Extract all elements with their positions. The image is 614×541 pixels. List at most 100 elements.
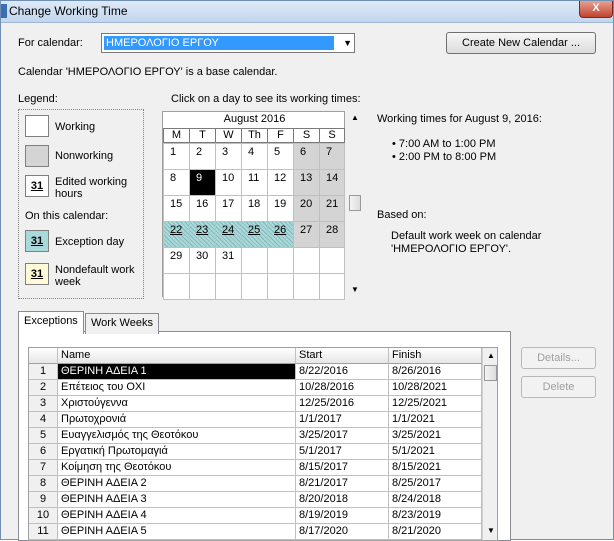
calendar-day[interactable]: 14	[319, 169, 345, 196]
exception-name-cell[interactable]: ΘΕΡΙΝΗ ΑΔΕΙΑ 1	[58, 364, 296, 380]
calendar-day[interactable]: 10	[215, 169, 242, 196]
exception-finish-cell[interactable]: 8/26/2016	[389, 364, 482, 380]
exception-name-cell[interactable]: Πρωτοχρονιά	[58, 412, 296, 428]
calendar-day[interactable]: 18	[241, 195, 268, 222]
calendar-day[interactable]: 29	[163, 247, 190, 274]
finish-column-header[interactable]: Finish	[389, 348, 482, 364]
exception-finish-cell[interactable]: 8/21/2020	[389, 524, 482, 540]
weekday-header[interactable]: S	[293, 128, 320, 143]
exception-finish-cell[interactable]: 10/28/2021	[389, 380, 482, 396]
exception-finish-cell[interactable]: 1/1/2021	[389, 412, 482, 428]
calendar-day[interactable]: 20	[293, 195, 320, 222]
calendar-day[interactable]: 26	[267, 221, 294, 248]
exception-start-cell[interactable]: 8/15/2017	[296, 460, 389, 476]
table-scrollbar[interactable]: ▲ ▼	[482, 348, 497, 540]
exception-finish-cell[interactable]: 12/25/2021	[389, 396, 482, 412]
weekday-header[interactable]: M	[163, 128, 190, 143]
exception-name-cell[interactable]: Χριστούγεννα	[58, 396, 296, 412]
calendar-day[interactable]: 11	[241, 169, 268, 196]
calendar-day[interactable]: 3	[215, 143, 242, 170]
row-number[interactable]: 11	[29, 524, 58, 540]
row-number[interactable]: 3	[29, 396, 58, 412]
weekday-header[interactable]: S	[319, 128, 345, 143]
calendar-day-empty[interactable]	[293, 273, 320, 300]
weekday-header[interactable]: W	[215, 128, 242, 143]
exception-finish-cell[interactable]: 3/25/2021	[389, 428, 482, 444]
calendar-day-empty[interactable]	[215, 273, 242, 300]
calendar-day[interactable]: 30	[189, 247, 216, 274]
calendar-scrollbar[interactable]: ▲ ▼	[347, 111, 363, 297]
calendar-day[interactable]: 22	[163, 221, 190, 248]
row-number[interactable]: 2	[29, 380, 58, 396]
calendar-day[interactable]: 21	[319, 195, 345, 222]
exception-name-cell[interactable]: Επέτειος του ΟΧΙ	[58, 380, 296, 396]
close-button[interactable]: X	[579, 1, 613, 18]
scroll-up-icon[interactable]: ▲	[351, 113, 359, 122]
calendar-day-empty[interactable]	[267, 247, 294, 274]
exception-name-cell[interactable]: Κοίμηση της Θεοτόκου	[58, 460, 296, 476]
calendar-day[interactable]: 1	[163, 143, 190, 170]
create-new-calendar-button[interactable]: Create New Calendar ...	[446, 32, 596, 54]
details-button[interactable]: Details...	[521, 347, 596, 369]
exception-name-cell[interactable]: ΘΕΡΙΝΗ ΑΔΕΙΑ 5	[58, 524, 296, 540]
calendar-day[interactable]: 5	[267, 143, 294, 170]
exception-start-cell[interactable]: 10/28/2016	[296, 380, 389, 396]
exception-finish-cell[interactable]: 8/23/2019	[389, 508, 482, 524]
scroll-thumb[interactable]	[484, 365, 497, 381]
delete-button[interactable]: Delete	[521, 376, 596, 398]
exception-name-cell[interactable]: ΘΕΡΙΝΗ ΑΔΕΙΑ 3	[58, 492, 296, 508]
exception-name-cell[interactable]: ΘΕΡΙΝΗ ΑΔΕΙΑ 2	[58, 476, 296, 492]
calendar-day[interactable]: 24	[215, 221, 242, 248]
calendar-day[interactable]: 25	[241, 221, 268, 248]
calendar-day[interactable]: 19	[267, 195, 294, 222]
chevron-down-icon[interactable]: ▼	[343, 38, 352, 48]
calendar-day-empty[interactable]	[241, 273, 268, 300]
scroll-up-icon[interactable]: ▲	[487, 351, 495, 360]
scroll-thumb[interactable]	[349, 195, 361, 211]
row-number[interactable]: 5	[29, 428, 58, 444]
calendar-day[interactable]: 8	[163, 169, 190, 196]
row-number[interactable]: 6	[29, 444, 58, 460]
calendar-day[interactable]: 28	[319, 221, 345, 248]
weekday-header[interactable]: F	[267, 128, 294, 143]
calendar-day-empty[interactable]	[163, 273, 190, 300]
exception-finish-cell[interactable]: 8/24/2018	[389, 492, 482, 508]
row-number[interactable]: 1	[29, 364, 58, 380]
row-number[interactable]: 8	[29, 476, 58, 492]
scroll-down-icon[interactable]: ▼	[487, 526, 495, 535]
calendar-day-empty[interactable]	[319, 247, 345, 274]
calendar-day[interactable]: 17	[215, 195, 242, 222]
exception-start-cell[interactable]: 12/25/2016	[296, 396, 389, 412]
row-number[interactable]: 10	[29, 508, 58, 524]
scroll-down-icon[interactable]: ▼	[351, 285, 359, 294]
calendar-day-empty[interactable]	[241, 247, 268, 274]
calendar-dropdown[interactable]: ΗΜΕΡΟΛΟΓΙΟ ΕΡΓΟΥ ▼	[101, 33, 355, 53]
row-number[interactable]: 4	[29, 412, 58, 428]
row-number[interactable]: 9	[29, 492, 58, 508]
calendar-day[interactable]: 16	[189, 195, 216, 222]
calendar-day[interactable]: 15	[163, 195, 190, 222]
exception-start-cell[interactable]: 3/25/2017	[296, 428, 389, 444]
calendar-day-empty[interactable]	[293, 247, 320, 274]
start-column-header[interactable]: Start	[296, 348, 389, 364]
calendar-day[interactable]: 9	[189, 169, 216, 196]
exception-start-cell[interactable]: 1/1/2017	[296, 412, 389, 428]
exception-start-cell[interactable]: 5/1/2017	[296, 444, 389, 460]
tab-work-weeks[interactable]: Work Weeks	[85, 313, 159, 334]
name-column-header[interactable]: Name	[58, 348, 296, 364]
calendar-day-empty[interactable]	[319, 273, 345, 300]
calendar-day[interactable]: 6	[293, 143, 320, 170]
calendar-day[interactable]: 27	[293, 221, 320, 248]
tab-exceptions[interactable]: Exceptions	[18, 311, 84, 334]
calendar-day[interactable]: 4	[241, 143, 268, 170]
calendar-day-empty[interactable]	[267, 273, 294, 300]
exception-finish-cell[interactable]: 5/1/2021	[389, 444, 482, 460]
exception-name-cell[interactable]: ΘΕΡΙΝΗ ΑΔΕΙΑ 4	[58, 508, 296, 524]
calendar-day[interactable]: 31	[215, 247, 242, 274]
exception-start-cell[interactable]: 8/19/2019	[296, 508, 389, 524]
exception-name-cell[interactable]: Ευαγγελισμός της Θεοτόκου	[58, 428, 296, 444]
calendar-day[interactable]: 7	[319, 143, 345, 170]
calendar-day-empty[interactable]	[189, 273, 216, 300]
exception-finish-cell[interactable]: 8/25/2017	[389, 476, 482, 492]
calendar-day[interactable]: 13	[293, 169, 320, 196]
